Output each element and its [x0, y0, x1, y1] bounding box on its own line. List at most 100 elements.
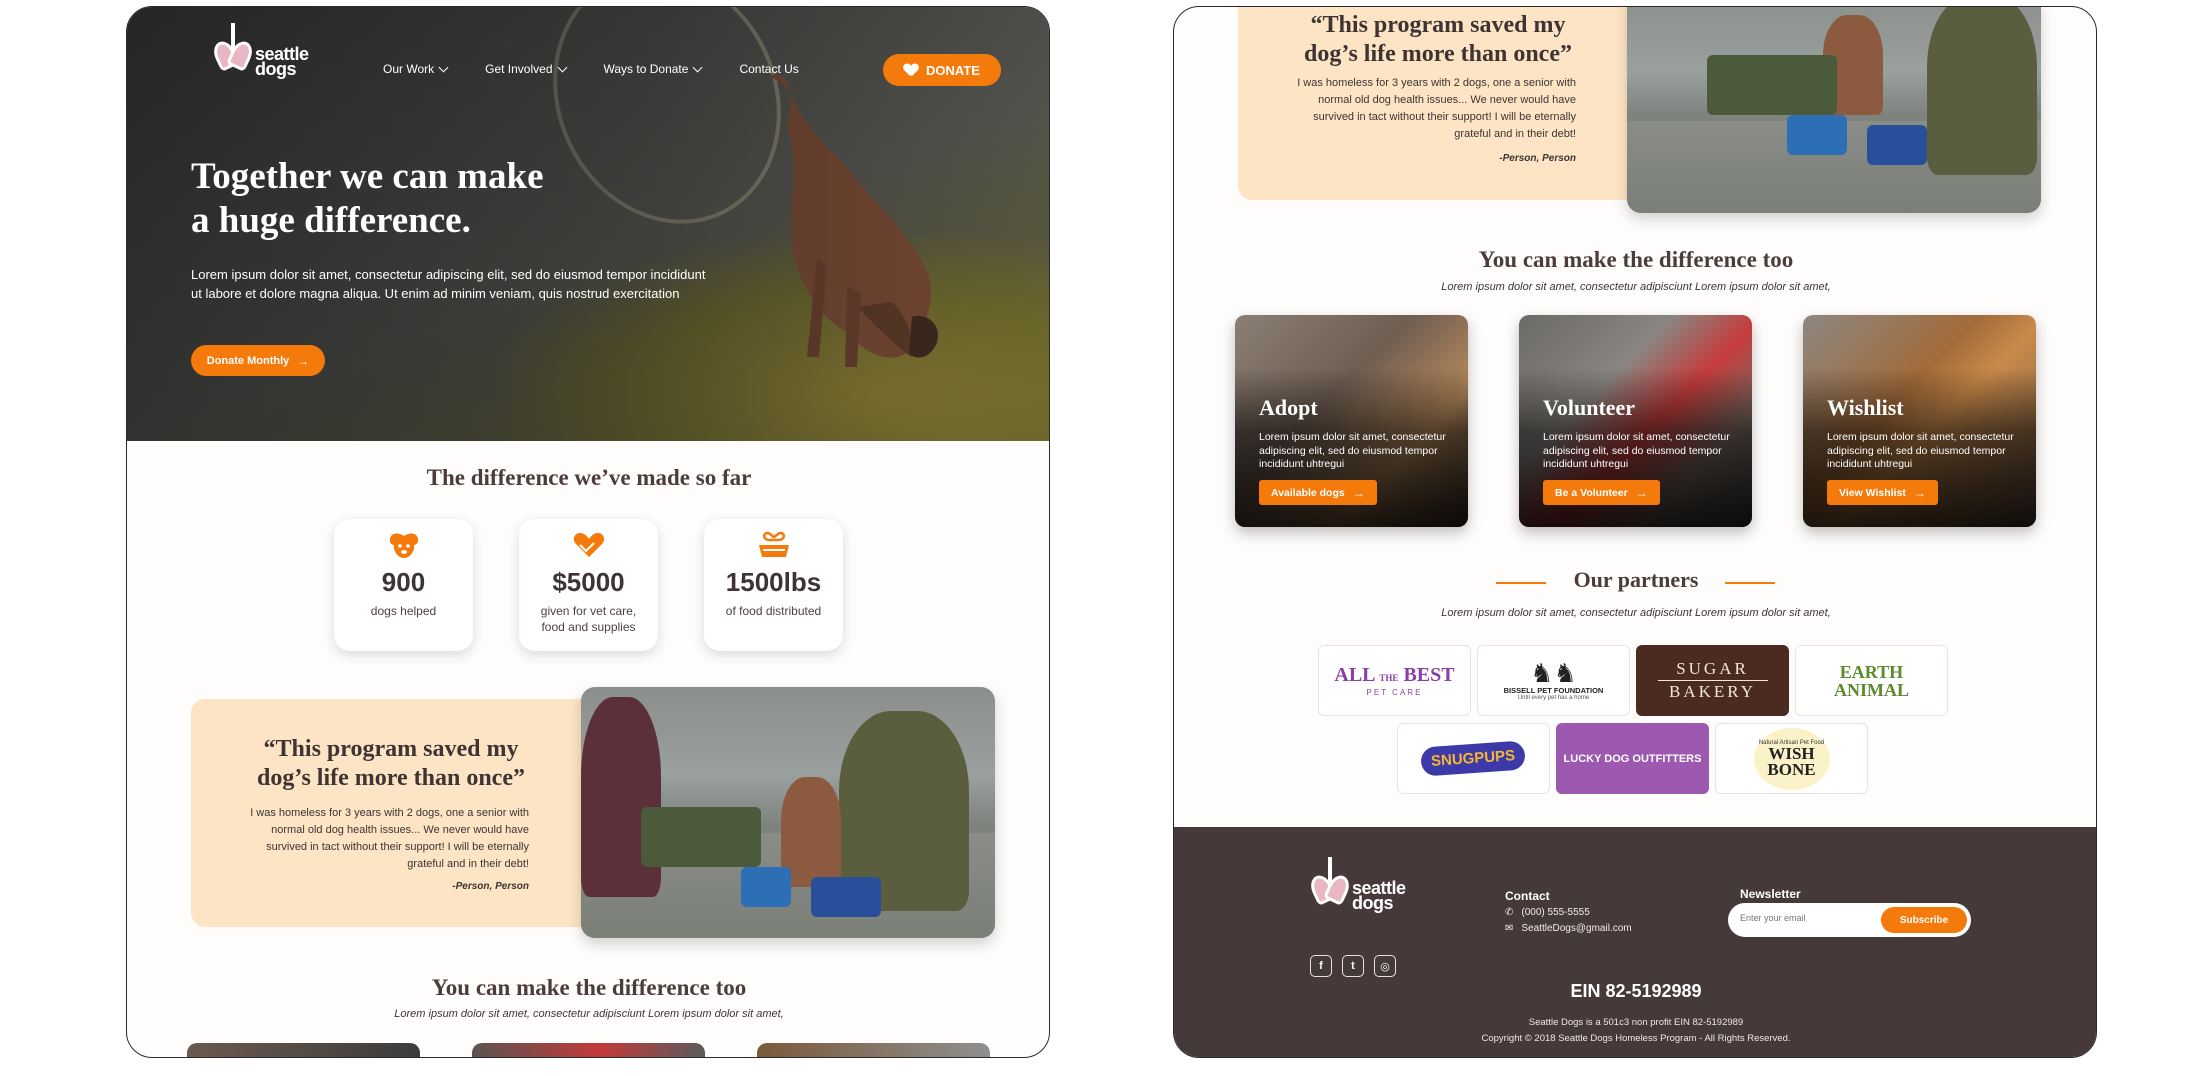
logo-text-line2: dogs	[255, 59, 296, 79]
subscribe-button[interactable]: Subscribe	[1881, 907, 1967, 933]
be-a-volunteer-button[interactable]: Be a Volunteer →	[1543, 480, 1660, 505]
testimonial-quote: “This program saved my dog’s life more th…	[1304, 12, 1572, 67]
donate-monthly-button[interactable]: Donate Monthly →	[191, 345, 325, 376]
page-frame-top: seattle dogs Our Work Get Involved Ways t…	[126, 6, 1050, 1058]
card-title: Volunteer	[1543, 395, 1636, 420]
arrow-right-icon: →	[297, 353, 310, 368]
photo-food-bag	[1867, 125, 1927, 165]
ein-number: EIN 82-5192989	[1570, 981, 1702, 1001]
photo-person	[1927, 7, 2037, 175]
photo-person	[581, 697, 661, 897]
logo[interactable]: seattle dogs	[213, 23, 309, 79]
partner-lucky-dog-outfitters[interactable]: LUCKY DOG OUTFITTERS	[1556, 723, 1709, 794]
card-body: Lorem ipsum dolor sit amet, consectetur …	[1827, 431, 2014, 470]
chevron-down-icon	[557, 62, 567, 72]
space-needle-icon	[1328, 857, 1332, 887]
testimonial-photo	[581, 687, 995, 938]
legal-line: Seattle Dogs is a 501c3 non profit EIN 8…	[1528, 1017, 1744, 1028]
stat-label: given for vet care, food and supplies	[540, 604, 637, 634]
instagram-icon[interactable]: ◎	[1374, 955, 1396, 977]
help-title: You can make the difference too	[431, 975, 747, 1000]
card-body: Lorem ipsum dolor sit amet, consectetur …	[1543, 431, 1730, 470]
contact-phone[interactable]: ✆ (000) 555-5555	[1505, 907, 1590, 918]
testimonial-body: I was homeless for 3 years with 2 dogs, …	[1297, 77, 1576, 140]
heart-hands-icon	[573, 533, 604, 557]
stat-label: of food distributed	[725, 604, 822, 618]
stat-value: $5000	[552, 567, 625, 597]
partners-title: Our partners	[1573, 567, 1699, 592]
stat-card-money: $5000 given for vet care, food and suppl…	[519, 519, 658, 651]
footer-logo[interactable]: seattle dogs	[1310, 857, 1406, 913]
divider-right	[1725, 582, 1775, 584]
card-volunteer: Volunteer Lorem ipsum dolor sit amet, co…	[1519, 315, 1752, 527]
arrow-right-icon: →	[1913, 485, 1926, 500]
help-title: You can make the difference too	[1478, 247, 1794, 272]
newsletter-email-input[interactable]	[1740, 913, 1880, 923]
partner-logo-text: ALL THE BEST	[1334, 663, 1455, 686]
partner-snugpups[interactable]: SNUGPUPS	[1397, 723, 1550, 794]
hero-section: seattle dogs Our Work Get Involved Ways t…	[127, 7, 1049, 441]
photo-bag	[1707, 55, 1837, 115]
donate-button[interactable]: DONATE	[883, 54, 1001, 86]
stat-value: 900	[381, 567, 426, 597]
view-wishlist-button[interactable]: View Wishlist →	[1827, 480, 1938, 505]
testimonial-panel: “This program saved my dog’s life more th…	[191, 699, 611, 927]
logo-dog-ears	[213, 23, 253, 77]
impact-title: The difference we’ve made so far	[426, 465, 752, 490]
card-body: Lorem ipsum dolor sit amet, consectetur …	[1259, 431, 1446, 470]
contact-heading: Contact	[1505, 889, 1550, 903]
arrow-right-icon: →	[1352, 485, 1365, 500]
phone-icon: ✆	[1505, 907, 1514, 918]
chevron-down-icon	[692, 62, 703, 72]
partner-bissell[interactable]: ♞♞ BISSELL PET FOUNDATION Until every pe…	[1477, 645, 1630, 716]
page-frame-bottom: “This program saved my dog’s life more th…	[1173, 6, 2097, 1058]
food-bowl-icon	[758, 531, 789, 557]
twitter-icon[interactable]: t	[1342, 955, 1364, 977]
nav-item-ways-to-donate[interactable]: Ways to Donate	[604, 62, 703, 76]
photo-bag	[641, 807, 761, 867]
card-title: Adopt	[1259, 395, 1318, 420]
testimonial-quote: “This program saved my dog’s life more th…	[257, 736, 525, 791]
testimonial-body: I was homeless for 3 years with 2 dogs, …	[250, 807, 529, 870]
facebook-icon[interactable]: f	[1310, 955, 1332, 977]
photo-food-bag	[811, 877, 881, 917]
hero-body: Lorem ipsum dolor sit amet, consectetur …	[191, 267, 706, 301]
testimonial-panel: “This program saved my dog’s life more th…	[1238, 7, 1658, 200]
nav-item-our-work[interactable]: Our Work	[383, 62, 449, 76]
partner-wishbone[interactable]: Natural Artisan Pet Food WISH BONE	[1715, 723, 1868, 794]
testimonial-author: -Person, Person	[1499, 153, 1576, 164]
card-wishlist: Wishlist Lorem ipsum dolor sit amet, con…	[1803, 315, 2036, 527]
stat-card-dogs: 900 dogs helped	[334, 519, 473, 651]
chevron-down-icon	[438, 62, 449, 72]
dog-silhouette-icon: ♞♞	[1530, 658, 1577, 688]
dog-face-icon	[389, 533, 418, 558]
partner-earth-animal[interactable]: EARTH ANIMAL	[1795, 645, 1948, 716]
newsletter-form: Subscribe	[1728, 903, 1971, 937]
logo-dog-ears	[1310, 857, 1350, 911]
help-subtitle: Lorem ipsum dolor sit amet, consectetur …	[1441, 281, 1831, 293]
testimonial-photo	[1627, 7, 2041, 213]
partners-subtitle: Lorem ipsum dolor sit amet, consectetur …	[1441, 607, 1831, 619]
site-footer: seattle dogs f t ◎ Contact ✆ (000) 555-555…	[1174, 827, 2096, 1057]
logo-text-line2: dogs	[1352, 893, 1393, 913]
nav-item-get-involved[interactable]: Get Involved	[485, 62, 567, 76]
help-subtitle: Lorem ipsum dolor sit amet, consectetur …	[394, 1008, 784, 1020]
stat-card-food: 1500lbs of food distributed	[704, 519, 843, 651]
hero-title: Together we can make a huge difference.	[191, 156, 544, 241]
nav-item-contact-us[interactable]: Contact Us	[739, 62, 798, 76]
newsletter-heading: Newsletter	[1740, 887, 1801, 901]
card-adopt: Adopt Lorem ipsum dolor sit amet, consec…	[1235, 315, 1468, 527]
copyright-line: Copyright © 2018 Seattle Dogs Homeless P…	[1481, 1033, 1791, 1044]
mail-icon: ✉	[1505, 923, 1514, 934]
main-nav: Our Work Get Involved Ways to Donate Con…	[383, 62, 799, 76]
contact-email[interactable]: ✉ SeattleDogs@gmail.com	[1505, 923, 1632, 934]
testimonial-author: -Person, Person	[452, 881, 529, 892]
photo-food-bag	[741, 867, 791, 907]
heart-icon	[904, 64, 918, 76]
available-dogs-button[interactable]: Available dogs →	[1259, 480, 1377, 505]
partner-sugar-bakery[interactable]: SUGAR BAKERY	[1636, 645, 1789, 716]
card-peek-volunteer	[472, 1043, 705, 1057]
stat-value: 1500lbs	[725, 567, 822, 597]
partner-all-the-best[interactable]: ALL THE BEST PET CARE	[1318, 645, 1471, 716]
card-peek-adopt	[187, 1043, 420, 1057]
